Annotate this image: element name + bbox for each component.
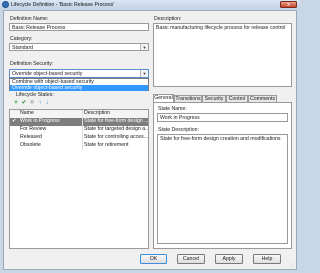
- chevron-down-icon[interactable]: ▼: [140, 44, 148, 50]
- column-divider: [82, 110, 83, 150]
- table-row[interactable]: For Review State for targeted design a..…: [10, 126, 148, 134]
- state-description: State for controlling acces...: [84, 134, 148, 140]
- category-label: Category:: [10, 36, 33, 42]
- resize-grip-icon[interactable]: ⋰: [290, 264, 295, 269]
- state-name: Work in Progress: [20, 118, 60, 124]
- security-combo[interactable]: Override object-based security ▼: [9, 69, 149, 78]
- state-description: State for targeted design a...: [84, 126, 148, 132]
- close-button[interactable]: x: [280, 0, 297, 8]
- security-dropdown: Combine with object-based security Overr…: [9, 78, 149, 91]
- move-up-icon[interactable]: ↑: [37, 100, 43, 106]
- chevron-down-icon[interactable]: ▼: [140, 70, 148, 77]
- state-name: For Review: [20, 126, 47, 132]
- delete-icon[interactable]: ✖: [29, 100, 35, 106]
- state-description: State for free-form design ...: [84, 118, 148, 124]
- add-icon[interactable]: +: [13, 100, 19, 106]
- check-icon: ✔: [12, 118, 17, 124]
- category-value: Standard: [12, 45, 34, 51]
- state-name-input[interactable]: Work in Progress: [157, 113, 288, 122]
- category-combo[interactable]: Standard ▼: [9, 43, 149, 51]
- tab-security[interactable]: Security: [202, 95, 226, 102]
- state-name-label: State Name:: [158, 106, 187, 112]
- security-value: Override object-based security: [12, 71, 83, 77]
- state-name: Released: [20, 134, 42, 140]
- tab-control[interactable]: Control: [226, 95, 248, 102]
- security-label: Definition Security:: [10, 61, 54, 67]
- table-row[interactable]: ✔ Work in Progress State for free-form d…: [10, 118, 148, 126]
- tab-transitions[interactable]: Transitions: [174, 95, 202, 102]
- definition-name-label: Definition Name:: [10, 16, 49, 22]
- check-icon[interactable]: ✔: [21, 100, 27, 106]
- state-description: State for retirement: [84, 142, 129, 148]
- ok-button[interactable]: OK: [140, 254, 167, 264]
- state-name: Obsolete: [20, 142, 41, 148]
- window-title: Lifecycle Definition - 'Basic Release Pr…: [11, 1, 115, 8]
- move-down-icon[interactable]: ↓: [44, 100, 50, 106]
- app-icon: [2, 1, 9, 8]
- state-description-textarea[interactable]: State for free-form design creation and …: [157, 134, 288, 244]
- column-header-name[interactable]: Name: [20, 110, 34, 118]
- table-row[interactable]: Released State for controlling acces...: [10, 134, 148, 142]
- cancel-button[interactable]: Cancel: [177, 254, 205, 264]
- description-label: Description:: [154, 16, 182, 22]
- column-header-description[interactable]: Description: [84, 110, 110, 118]
- definition-name-input[interactable]: Basic Release Process: [9, 23, 149, 31]
- security-option-selected[interactable]: Override object-based security: [10, 85, 148, 91]
- lifecycle-states-label: Lifecycle States:: [16, 92, 54, 98]
- tab-general[interactable]: General: [153, 94, 174, 102]
- table-row[interactable]: Obsolete State for retirement: [10, 142, 148, 150]
- states-table: Name Description ✔ Work in Progress Stat…: [9, 109, 149, 249]
- description-textarea[interactable]: Basic manufacturing lifecycle process fo…: [153, 23, 292, 87]
- tab-comments[interactable]: Comments: [248, 95, 277, 102]
- apply-button[interactable]: Apply: [215, 254, 243, 264]
- help-button[interactable]: Help: [253, 254, 281, 264]
- state-description-label: State Description:: [158, 127, 199, 133]
